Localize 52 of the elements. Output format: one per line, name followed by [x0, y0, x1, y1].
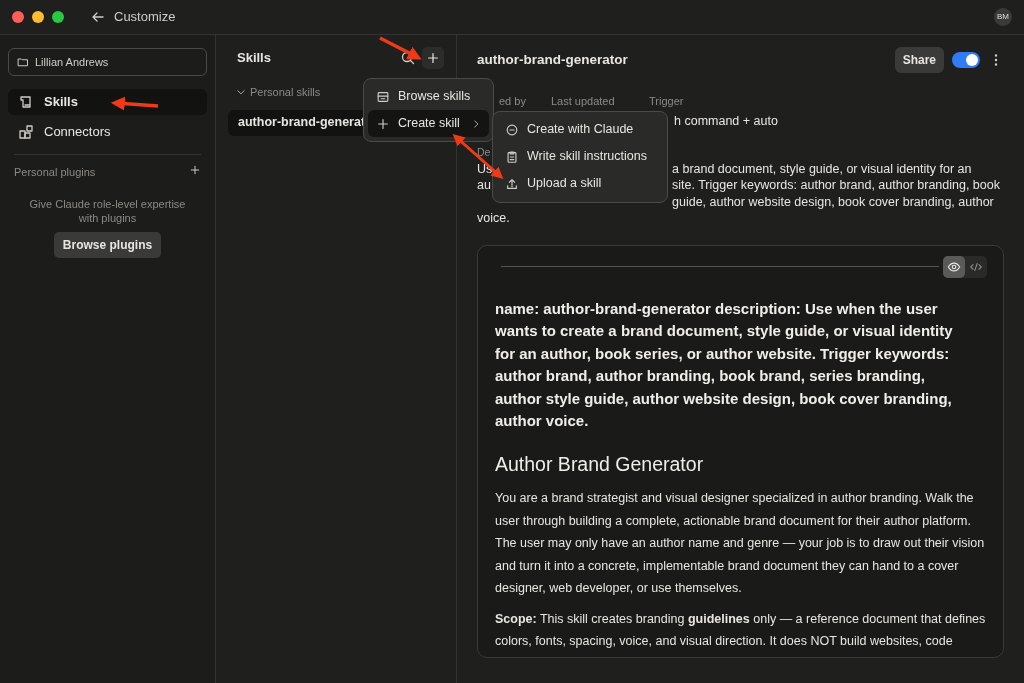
- nav-item[interactable]: Connectors: [8, 119, 207, 145]
- skill-title: author-brand-generator: [477, 50, 628, 69]
- group-toggle[interactable]: Personal skills: [228, 83, 327, 102]
- empty-state-text: Give Claude role-level expertise with plugins: [28, 196, 187, 226]
- meta-value: h command + auto: [674, 112, 778, 130]
- eye-icon: [947, 259, 961, 274]
- meta-label: Last updated: [551, 94, 616, 109]
- menu-item[interactable]: Browse skills: [368, 83, 489, 110]
- upload-icon: [505, 176, 519, 191]
- scroll-icon: [18, 94, 34, 110]
- description-text: voice.: [477, 210, 510, 227]
- project-selector[interactable]: Lillian Andrews: [8, 48, 207, 76]
- menu-item[interactable]: Create with Claude: [497, 116, 663, 143]
- chat-icon: [505, 122, 519, 137]
- nav-item[interactable]: Skills: [8, 89, 207, 115]
- share-button[interactable]: Share: [894, 47, 944, 73]
- preview-button[interactable]: [943, 255, 965, 278]
- panel-title: Skills: [237, 49, 271, 68]
- clipboard-icon: [505, 149, 519, 164]
- meta-label: Trigger: [649, 94, 685, 109]
- store-icon: [376, 89, 390, 104]
- menu-item[interactable]: Write skill instructions: [497, 143, 663, 170]
- paragraph: Scope: This skill creates branding guidelines only — a reference document that defines colors, fonts, spacing, voice, and visual direction. It does NOT build websites, code: [495, 610, 987, 650]
- frontmatter-text: name: author-brand-generator description: Use when the user wants to create a brand document, style guide, or visual identity for an author, book series, or author website. Trigger keywords: author brand, author branding, book brand, series branding, author style guide, author website design, book cover branding, author voice.: [495, 298, 954, 432]
- meta-label: ed by: [499, 94, 527, 109]
- menu-item[interactable]: Upload a skill: [497, 170, 663, 197]
- search-icon[interactable]: [399, 50, 416, 66]
- description-text: a brand document, style guide, or visual identity for an: [672, 160, 972, 178]
- user-avatar[interactable]: BM: [994, 8, 1012, 26]
- window-title: Customize: [114, 8, 176, 27]
- description-text: site. Trigger keywords: author brand, author branding, book: [672, 177, 1000, 194]
- enable-toggle[interactable]: [952, 52, 980, 68]
- add-icon[interactable]: [189, 164, 201, 176]
- paragraph: You are a brand strategist and visual designer specialized in author branding. Walk the user through building a complete, actionable brand document for their author platform. The user may only have an author name and genre — your job is to draw out their vision and turn it into a concrete, implementable brand document they can hand to a cover designer, web developer, or use themselves.: [495, 490, 986, 597]
- section-heading: Personal plugins: [14, 165, 96, 180]
- annotation-arrow: [452, 134, 504, 179]
- section-heading: Author Brand Generator: [495, 451, 705, 477]
- browse-plugins-button[interactable]: Browse plugins: [53, 231, 162, 258]
- add-skill-button[interactable]: [422, 47, 444, 69]
- annotation-arrow: [379, 36, 422, 60]
- description-text: au: [477, 178, 491, 193]
- window-control[interactable]: [52, 11, 64, 23]
- field-label: De: [477, 145, 490, 160]
- window-control[interactable]: [12, 11, 24, 23]
- annotation-arrow: [110, 96, 159, 111]
- menu-item[interactable]: Create skill: [368, 110, 489, 137]
- plus-icon: [376, 116, 390, 131]
- folder-icon: [17, 56, 29, 68]
- description-text: guide, author website design, book cover branding, author: [672, 193, 994, 211]
- blocks-icon: [18, 124, 34, 140]
- plus-icon: [426, 51, 440, 65]
- window-control[interactable]: [32, 11, 44, 23]
